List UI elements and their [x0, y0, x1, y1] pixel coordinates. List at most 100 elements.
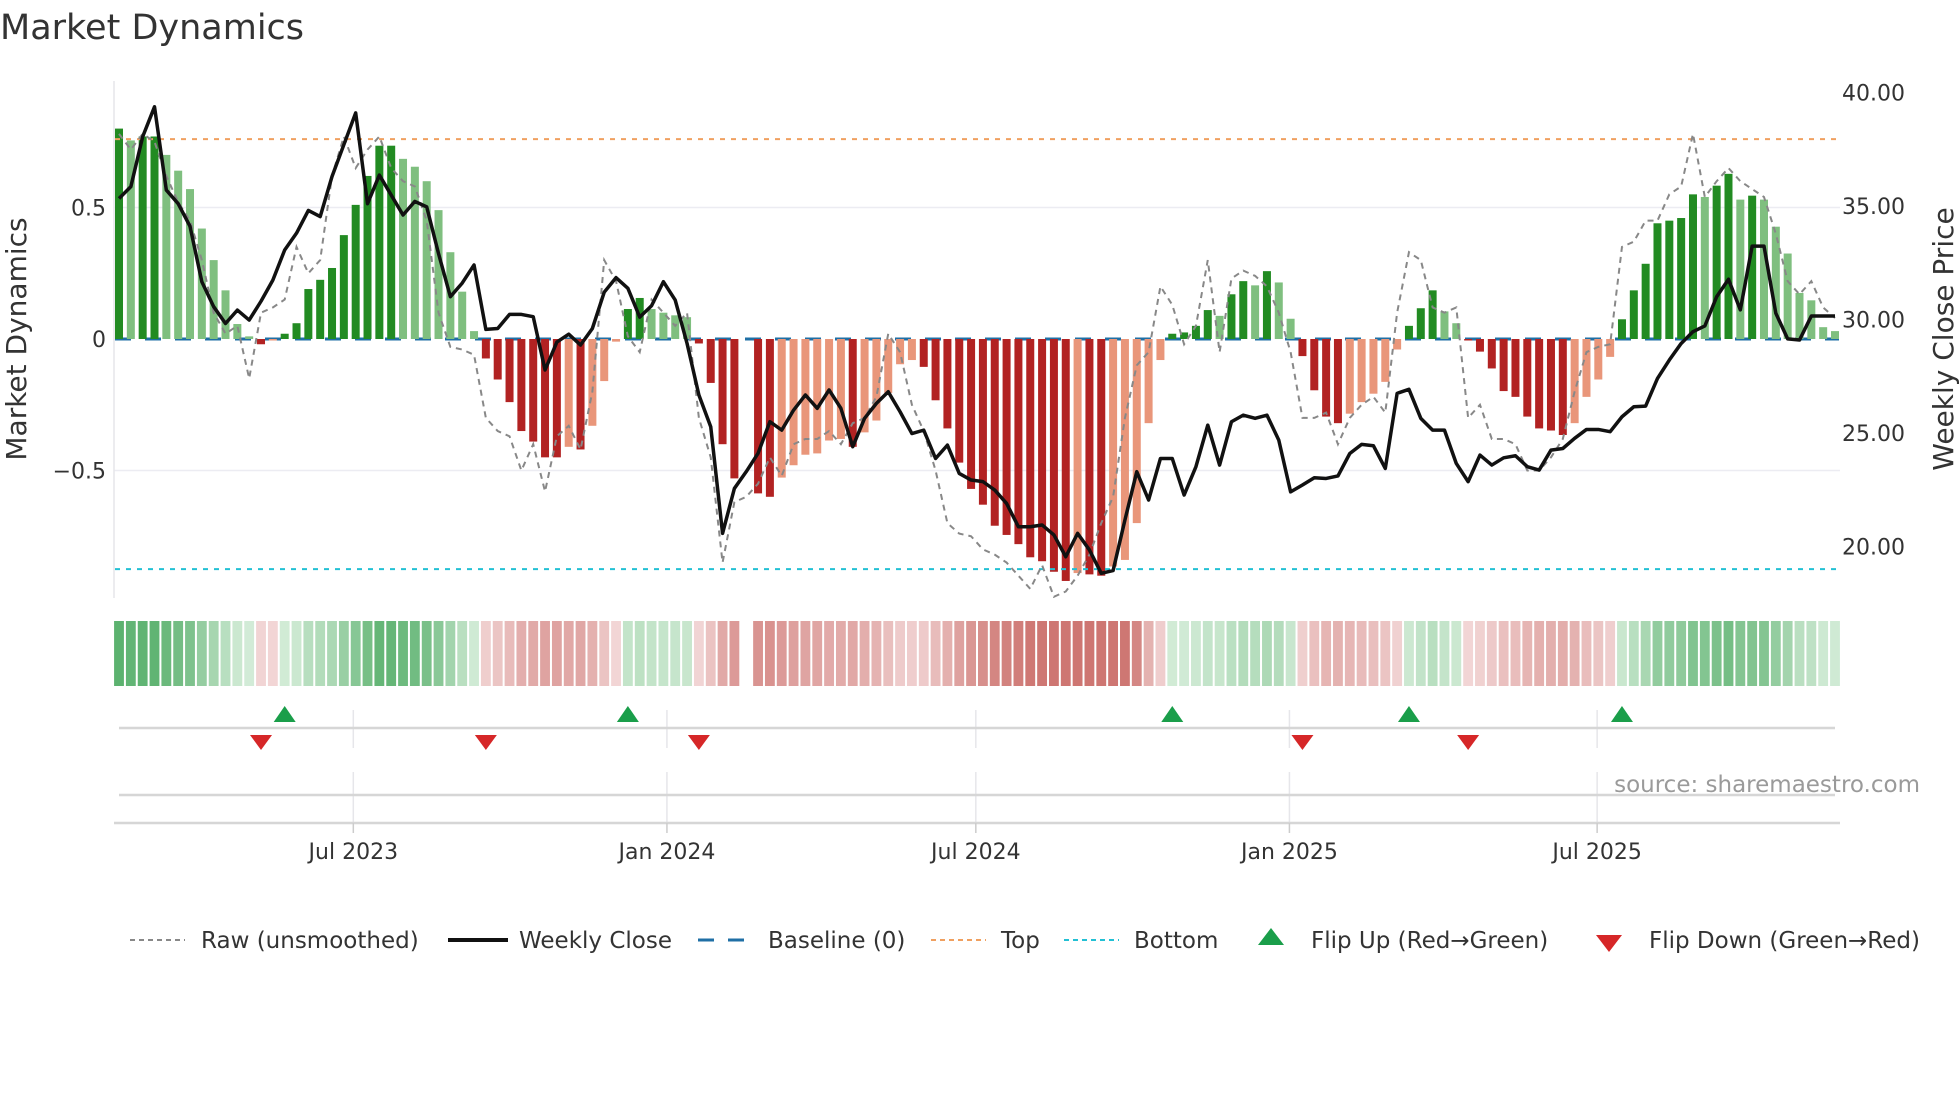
bar-positive	[292, 323, 301, 339]
bar-negative	[718, 339, 727, 445]
bar-positive	[138, 136, 147, 339]
strip-cell	[1202, 621, 1213, 686]
bar-negative	[1558, 339, 1567, 435]
strip-cell	[1830, 621, 1840, 686]
strip-cell	[1818, 621, 1829, 686]
bar-negative	[1061, 339, 1070, 581]
strip-cell	[776, 621, 787, 686]
flip-up-icon	[1258, 928, 1284, 945]
strip-cell	[717, 621, 728, 686]
strip-cell	[492, 621, 503, 686]
bar-negative	[1475, 339, 1484, 352]
bar-series	[115, 128, 1839, 581]
strip-cell	[1439, 621, 1450, 686]
strip-cell	[634, 621, 645, 686]
bar-positive	[328, 267, 337, 339]
strip-cell	[989, 621, 1000, 686]
bar-negative	[754, 339, 763, 494]
legend-bottom-label: Bottom	[1134, 928, 1218, 954]
strip-cell	[1191, 621, 1201, 686]
strip-cell	[622, 621, 633, 686]
bar-positive	[1724, 173, 1733, 339]
strip-cell	[137, 621, 148, 686]
bar-positive	[1617, 319, 1626, 339]
bar-negative	[694, 339, 703, 344]
bar-negative	[919, 339, 928, 367]
strip-cell	[918, 621, 929, 686]
right-tick-label: 40.00	[1842, 82, 1905, 107]
strip-cell	[409, 621, 420, 686]
strip-cell	[930, 621, 941, 686]
right-tick-label: 35.00	[1842, 195, 1905, 220]
bar-negative	[1345, 339, 1354, 414]
bar-positive	[304, 289, 313, 339]
strip-cell	[812, 621, 823, 686]
bar-positive	[1629, 290, 1638, 339]
strip-cell	[1463, 621, 1474, 686]
bar-negative	[1582, 339, 1591, 397]
bar-negative	[600, 339, 609, 382]
strip-cell	[1238, 621, 1249, 686]
strip-cell	[480, 621, 491, 686]
flip-down-marker	[474, 735, 497, 750]
flip-up-marker	[616, 706, 639, 722]
flip-down-marker	[1457, 735, 1480, 750]
bar-negative	[493, 339, 502, 380]
strip-cell	[824, 621, 834, 686]
strip-cell	[1605, 621, 1616, 686]
strip-cell	[1534, 621, 1545, 686]
strip-cell	[646, 621, 657, 686]
left-axis-ticks: 0.5 0 −0.5	[53, 197, 106, 485]
regime-strip	[114, 621, 1840, 686]
bar-negative	[612, 339, 621, 342]
strip-cell	[1735, 621, 1746, 686]
x-tick-label: Jan 2024	[616, 840, 715, 865]
strip-cell	[1392, 621, 1403, 686]
strip-cell	[220, 621, 231, 686]
bar-positive	[1736, 199, 1745, 339]
bar-positive	[1641, 263, 1650, 339]
strip-cell	[1711, 621, 1722, 686]
gridlines	[114, 206, 1840, 472]
bar-negative	[1097, 339, 1106, 576]
left-axis-title: Market Dynamics	[0, 217, 33, 460]
strip-cell	[1770, 621, 1781, 686]
bar-positive	[387, 145, 396, 339]
strip-cell	[1262, 621, 1272, 686]
strip-cell	[291, 621, 302, 686]
strip-cell	[1167, 621, 1178, 686]
bar-positive	[280, 333, 289, 339]
strip-cell	[966, 621, 976, 686]
flip-up-marker	[273, 706, 296, 722]
bar-negative	[268, 339, 277, 341]
bar-positive	[1653, 223, 1662, 339]
flip-down-marker	[687, 735, 710, 750]
strip-cell	[1108, 621, 1119, 686]
strip-cell	[1179, 621, 1190, 686]
bar-negative	[517, 339, 526, 432]
strip-cell	[658, 621, 669, 686]
strip-cell	[1368, 621, 1379, 686]
strip-cell	[611, 621, 621, 686]
bar-negative	[564, 339, 573, 447]
strip-cell	[196, 621, 207, 686]
bar-positive	[647, 309, 656, 339]
bar-negative	[1322, 339, 1331, 417]
strip-cell	[327, 621, 337, 686]
bar-negative	[1085, 339, 1094, 575]
bar-positive	[316, 279, 325, 339]
strip-cell	[1250, 621, 1261, 686]
market-dynamics-chart: Market Dynamics 0.5 0 −0.5 40.00 35.00 30.00…	[0, 8, 1960, 954]
strip-cell	[895, 621, 905, 686]
strip-cell	[1617, 621, 1627, 686]
strip-cell	[1546, 621, 1556, 686]
bar-positive	[1286, 318, 1295, 339]
strip-cell	[161, 621, 172, 686]
bar-negative	[1594, 339, 1603, 380]
bar-negative	[1546, 339, 1555, 431]
strip-cell	[1356, 621, 1367, 686]
bar-positive	[1404, 325, 1413, 339]
bar-positive	[186, 189, 195, 339]
legend-top-label: Top	[1000, 928, 1040, 954]
strip-cell	[563, 621, 574, 686]
